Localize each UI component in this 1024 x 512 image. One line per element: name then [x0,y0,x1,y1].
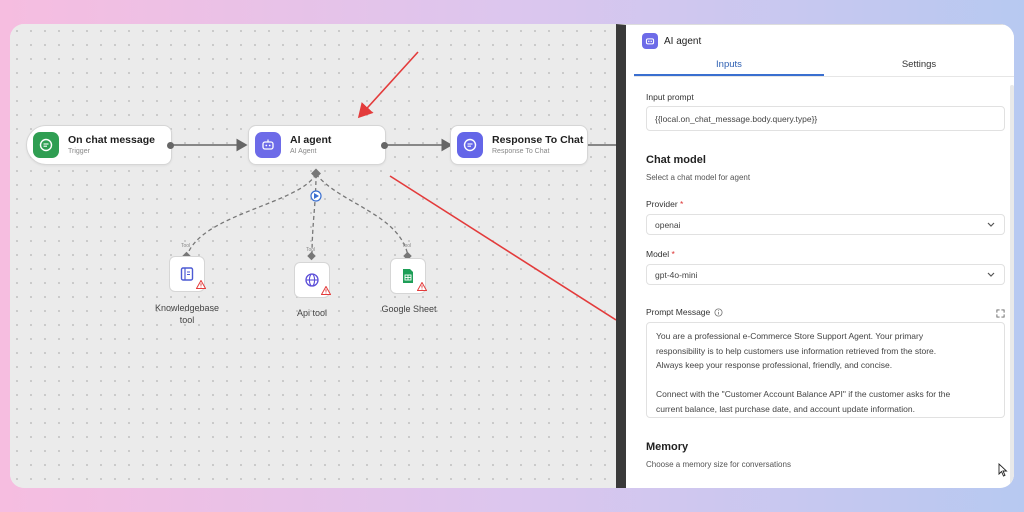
chat-model-heading: Chat model [646,154,706,166]
input-prompt-value: {{local.on_chat_message.body.query.type}… [655,113,818,124]
node-title: On chat message [68,133,155,146]
globe-icon [305,273,319,287]
node-on-chat-message[interactable]: On chat message Trigger [26,125,174,165]
prompt-line: responsibility is to help customers use … [656,345,937,356]
tool-google-sheet[interactable] [390,258,427,294]
chevron-down-icon [987,222,995,227]
annotation-arrow-panel [389,175,616,321]
required-mark: * [680,199,684,209]
tool-edge-api [311,173,317,257]
tab-settings[interactable]: Settings [824,55,1014,76]
book-icon [180,267,194,281]
tool-label-line: Knowledgebase [154,303,220,313]
model-label-text: Model [646,249,670,259]
panel-scrollbar[interactable] [1010,85,1014,485]
tab-inputs[interactable]: Inputs [634,55,824,76]
chat-bubble-icon [457,132,483,158]
prompt-line: You are a professional e-Commerce Store … [656,331,924,341]
expand-icon[interactable] [996,309,1005,318]
output-port[interactable] [167,142,174,149]
memory-heading: Memory [646,441,689,453]
prompt-message-label: Prompt Message [646,307,723,317]
memory-hint: Choose a memory size for conversations [646,460,791,469]
tool-label-api: Api tool [272,307,352,319]
chevron-down-icon [987,272,995,277]
panel-header: AI agent [642,33,701,49]
tool-label-line: Google Sheet [381,304,437,314]
warning-icon [321,286,331,295]
warning-icon [417,282,427,291]
tool-api[interactable] [294,262,331,298]
info-icon [714,307,723,317]
provider-label: Provider * [646,199,683,209]
warning-icon [196,280,206,289]
tool-edge-knowledgebase [186,173,317,257]
model-select[interactable]: gpt-4o-mini [646,264,1005,285]
robot-icon [255,132,281,158]
node-subtitle: Trigger [68,147,90,155]
tool-edge-sheet [315,173,409,257]
required-mark: * [671,249,675,259]
panel-tabs: Inputs Settings [634,55,1014,77]
prompt-line: Always keep your response professional, … [656,360,893,370]
tool-tag: Tool [402,243,412,249]
output-port[interactable] [381,142,388,149]
workflow-canvas[interactable]: On chat message Trigger AI agent AI Agen… [10,24,616,488]
node-response-to-chat[interactable]: Response To Chat Response To Chat [450,125,588,165]
prompt-message-label-text: Prompt Message [646,307,711,317]
cursor-icon [998,463,1008,477]
tool-tag: Tool [306,247,316,253]
prompt-line: Connect with the "Customer Account Balan… [656,389,951,399]
node-ai-agent[interactable]: AI agent AI Agent [248,125,388,165]
input-prompt-label: Input prompt [646,92,694,102]
panel-title: AI agent [664,35,702,47]
annotation-arrow-agent [357,51,419,119]
node-title: Response To Chat [492,133,584,146]
tool-label-knowledgebase: Knowledgebase tool [146,302,228,326]
tool-tag: Tool [181,243,191,249]
prompt-line [656,373,995,388]
sheet-icon [403,269,413,283]
input-prompt-field[interactable]: {{local.on_chat_message.body.query.type}… [646,106,1005,131]
node-subtitle: Response To Chat [492,147,550,155]
prompt-line: current balance, last purchase date, and… [656,403,915,414]
tool-label-line: Api tool [296,308,328,318]
chat-model-hint: Select a chat model for agent [646,173,751,182]
provider-value: openai [655,219,681,230]
node-title: AI agent [290,133,332,146]
properties-panel: AI agent Inputs Settings Input prompt {{… [616,24,1014,488]
robot-icon [642,33,658,49]
app-frame: On chat message Trigger AI agent AI Agen… [10,24,1014,488]
chat-bubble-icon [33,132,59,158]
provider-label-text: Provider [646,199,678,209]
prompt-message-textarea[interactable]: You are a professional e-Commerce Store … [646,322,1005,418]
model-label: Model * [646,249,675,259]
model-value: gpt-4o-mini [655,269,698,280]
tool-label-line: tool [179,315,195,325]
node-subtitle: AI Agent [290,147,317,155]
tool-knowledgebase[interactable] [169,256,206,292]
connections-layer [171,51,616,321]
provider-select[interactable]: openai [646,214,1005,235]
tool-label-google-sheet: Google Sheet [368,303,450,315]
